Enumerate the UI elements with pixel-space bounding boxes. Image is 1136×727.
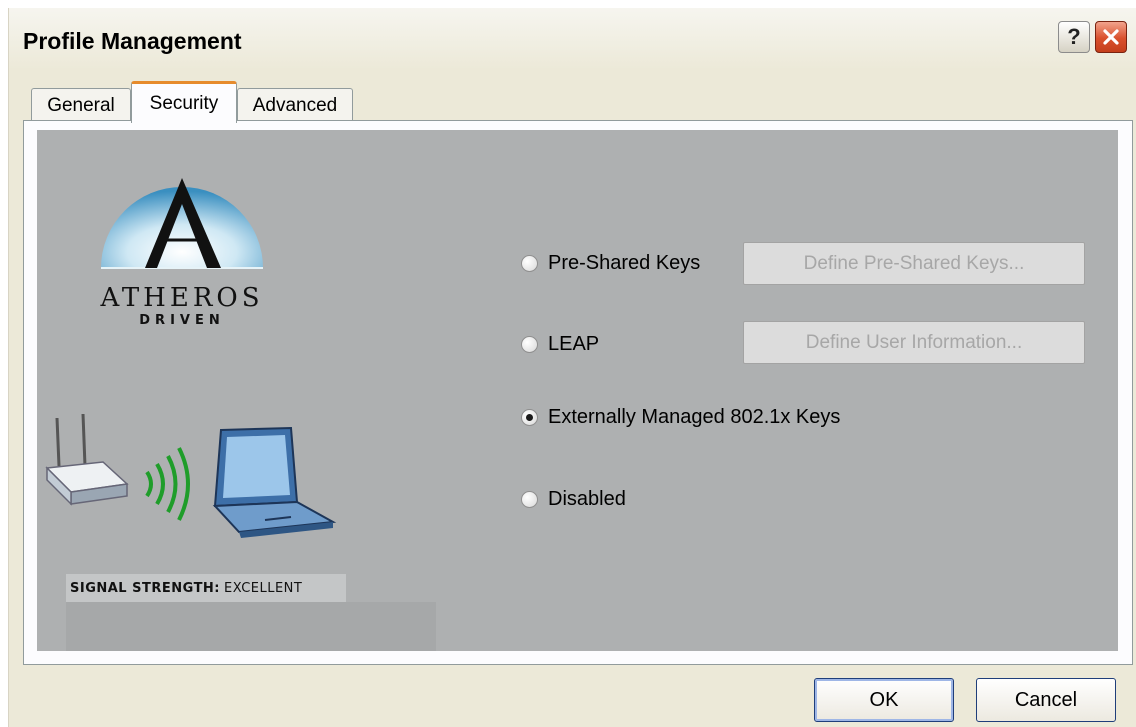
tab-advanced[interactable]: Advanced [237,88,353,122]
decorative-shade [66,602,436,651]
profile-management-dialog: Profile Management ? General Security Ad… [8,8,1136,727]
option-label: Pre-Shared Keys [548,251,701,274]
radio-externally-managed[interactable] [521,408,538,426]
window-title: Profile Management [23,28,242,54]
close-button[interactable] [1095,21,1127,53]
help-button[interactable]: ? [1058,21,1090,53]
security-tab-panel: ATHEROS DRIVEN SIGNAL STRENGTH: EXCELLEN… [23,120,1133,665]
logo-sub: DRIVEN [139,313,224,328]
define-user-information-button[interactable]: Define User Information... [743,321,1085,364]
title-bar[interactable]: Profile Management ? [9,8,1136,70]
close-icon [1103,29,1119,45]
help-icon: ? [1067,24,1081,49]
atheros-logo: ATHEROS DRIVEN [99,178,263,328]
option-label: Disabled [548,487,626,510]
ok-button[interactable]: OK [814,678,954,722]
signal-strength-label: SIGNAL STRENGTH: EXCELLENT [66,574,346,602]
radio-disabled[interactable] [521,490,538,508]
signal-strength-value: EXCELLENT [224,580,303,596]
signal-strength-caption: SIGNAL STRENGTH: [70,580,221,596]
option-label: LEAP [548,332,600,355]
radio-pre-shared-keys[interactable] [521,254,538,272]
tab-security[interactable]: Security [131,81,237,123]
option-leap[interactable]: LEAP [521,330,599,358]
signal-waves-icon [145,447,190,521]
radio-leap[interactable] [521,335,538,353]
cancel-button[interactable]: Cancel [976,678,1116,722]
panel-content: ATHEROS DRIVEN SIGNAL STRENGTH: EXCELLEN… [37,130,1118,651]
tab-general[interactable]: General [31,88,131,122]
logo-word: ATHEROS [99,283,263,313]
define-pre-shared-keys-button[interactable]: Define Pre-Shared Keys... [743,242,1085,285]
option-externally-managed[interactable]: Externally Managed 802.1x Keys [521,403,840,431]
router-icon [45,413,129,506]
wireless-illustration [45,413,337,538]
option-disabled[interactable]: Disabled [521,485,626,513]
option-pre-shared-keys[interactable]: Pre-Shared Keys [521,249,700,277]
laptop-icon [212,426,337,538]
option-label: Externally Managed 802.1x Keys [548,405,841,428]
